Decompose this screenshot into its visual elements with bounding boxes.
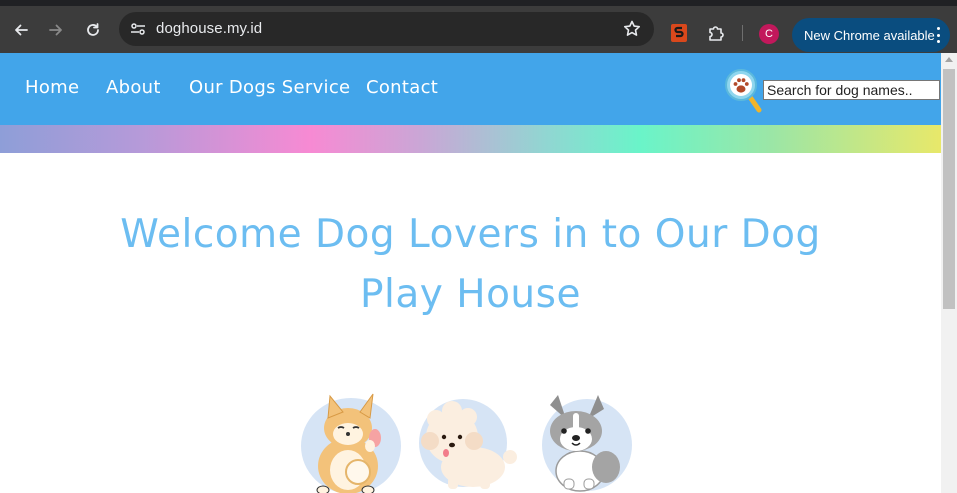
chrome-menu-icon[interactable] xyxy=(936,27,940,43)
browser-toolbar: doghouse.my.id C New Chrome available xyxy=(0,0,957,53)
site-info-icon xyxy=(131,23,145,35)
site-info-button[interactable] xyxy=(127,18,149,40)
nav-home[interactable]: Home xyxy=(25,77,79,98)
nav-about[interactable]: About xyxy=(106,77,161,98)
scroll-up-arrow-icon[interactable] xyxy=(945,57,953,62)
extensions-puzzle-icon[interactable] xyxy=(706,23,726,43)
corgi-dog-illustration xyxy=(542,395,632,492)
nav-our-dogs-service[interactable]: Our Dogs Service xyxy=(189,77,350,98)
page-viewport: Home About Our Dogs Service Contact Welc… xyxy=(0,53,941,493)
address-bar[interactable]: doghouse.my.id xyxy=(119,12,654,46)
toolbar-divider xyxy=(742,25,743,41)
paw-search-icon xyxy=(725,69,762,113)
nav-contact[interactable]: Contact xyxy=(366,77,438,98)
scroll-thumb[interactable] xyxy=(943,69,955,309)
forward-button[interactable] xyxy=(43,17,69,43)
shiba-dog-illustration xyxy=(301,393,401,493)
profile-avatar[interactable]: C xyxy=(759,24,779,44)
update-chrome-button[interactable]: New Chrome available xyxy=(792,18,950,52)
reload-button[interactable] xyxy=(80,17,106,43)
bookmark-star-icon[interactable] xyxy=(622,19,642,39)
back-arrow-icon xyxy=(15,24,28,36)
hero-title-line-2: Play House xyxy=(360,272,581,317)
vertical-scrollbar[interactable] xyxy=(941,53,957,493)
hero-title: Welcome Dog Lovers in to Our Dog Play Ho… xyxy=(0,205,941,325)
site-navbar: Home About Our Dogs Service Contact xyxy=(0,53,941,125)
seo-extension-icon[interactable] xyxy=(670,23,688,43)
rainbow-banner xyxy=(0,125,941,153)
update-chrome-label: New Chrome available xyxy=(804,27,935,43)
forward-arrow-icon xyxy=(49,24,62,36)
reload-icon xyxy=(87,23,99,36)
dog-search-input[interactable] xyxy=(763,80,940,100)
poodle-dog-illustration xyxy=(419,399,517,489)
hero-title-line-1: Welcome Dog Lovers in to Our Dog xyxy=(120,212,821,257)
back-button[interactable] xyxy=(8,17,34,43)
url-text[interactable]: doghouse.my.id xyxy=(156,20,262,37)
